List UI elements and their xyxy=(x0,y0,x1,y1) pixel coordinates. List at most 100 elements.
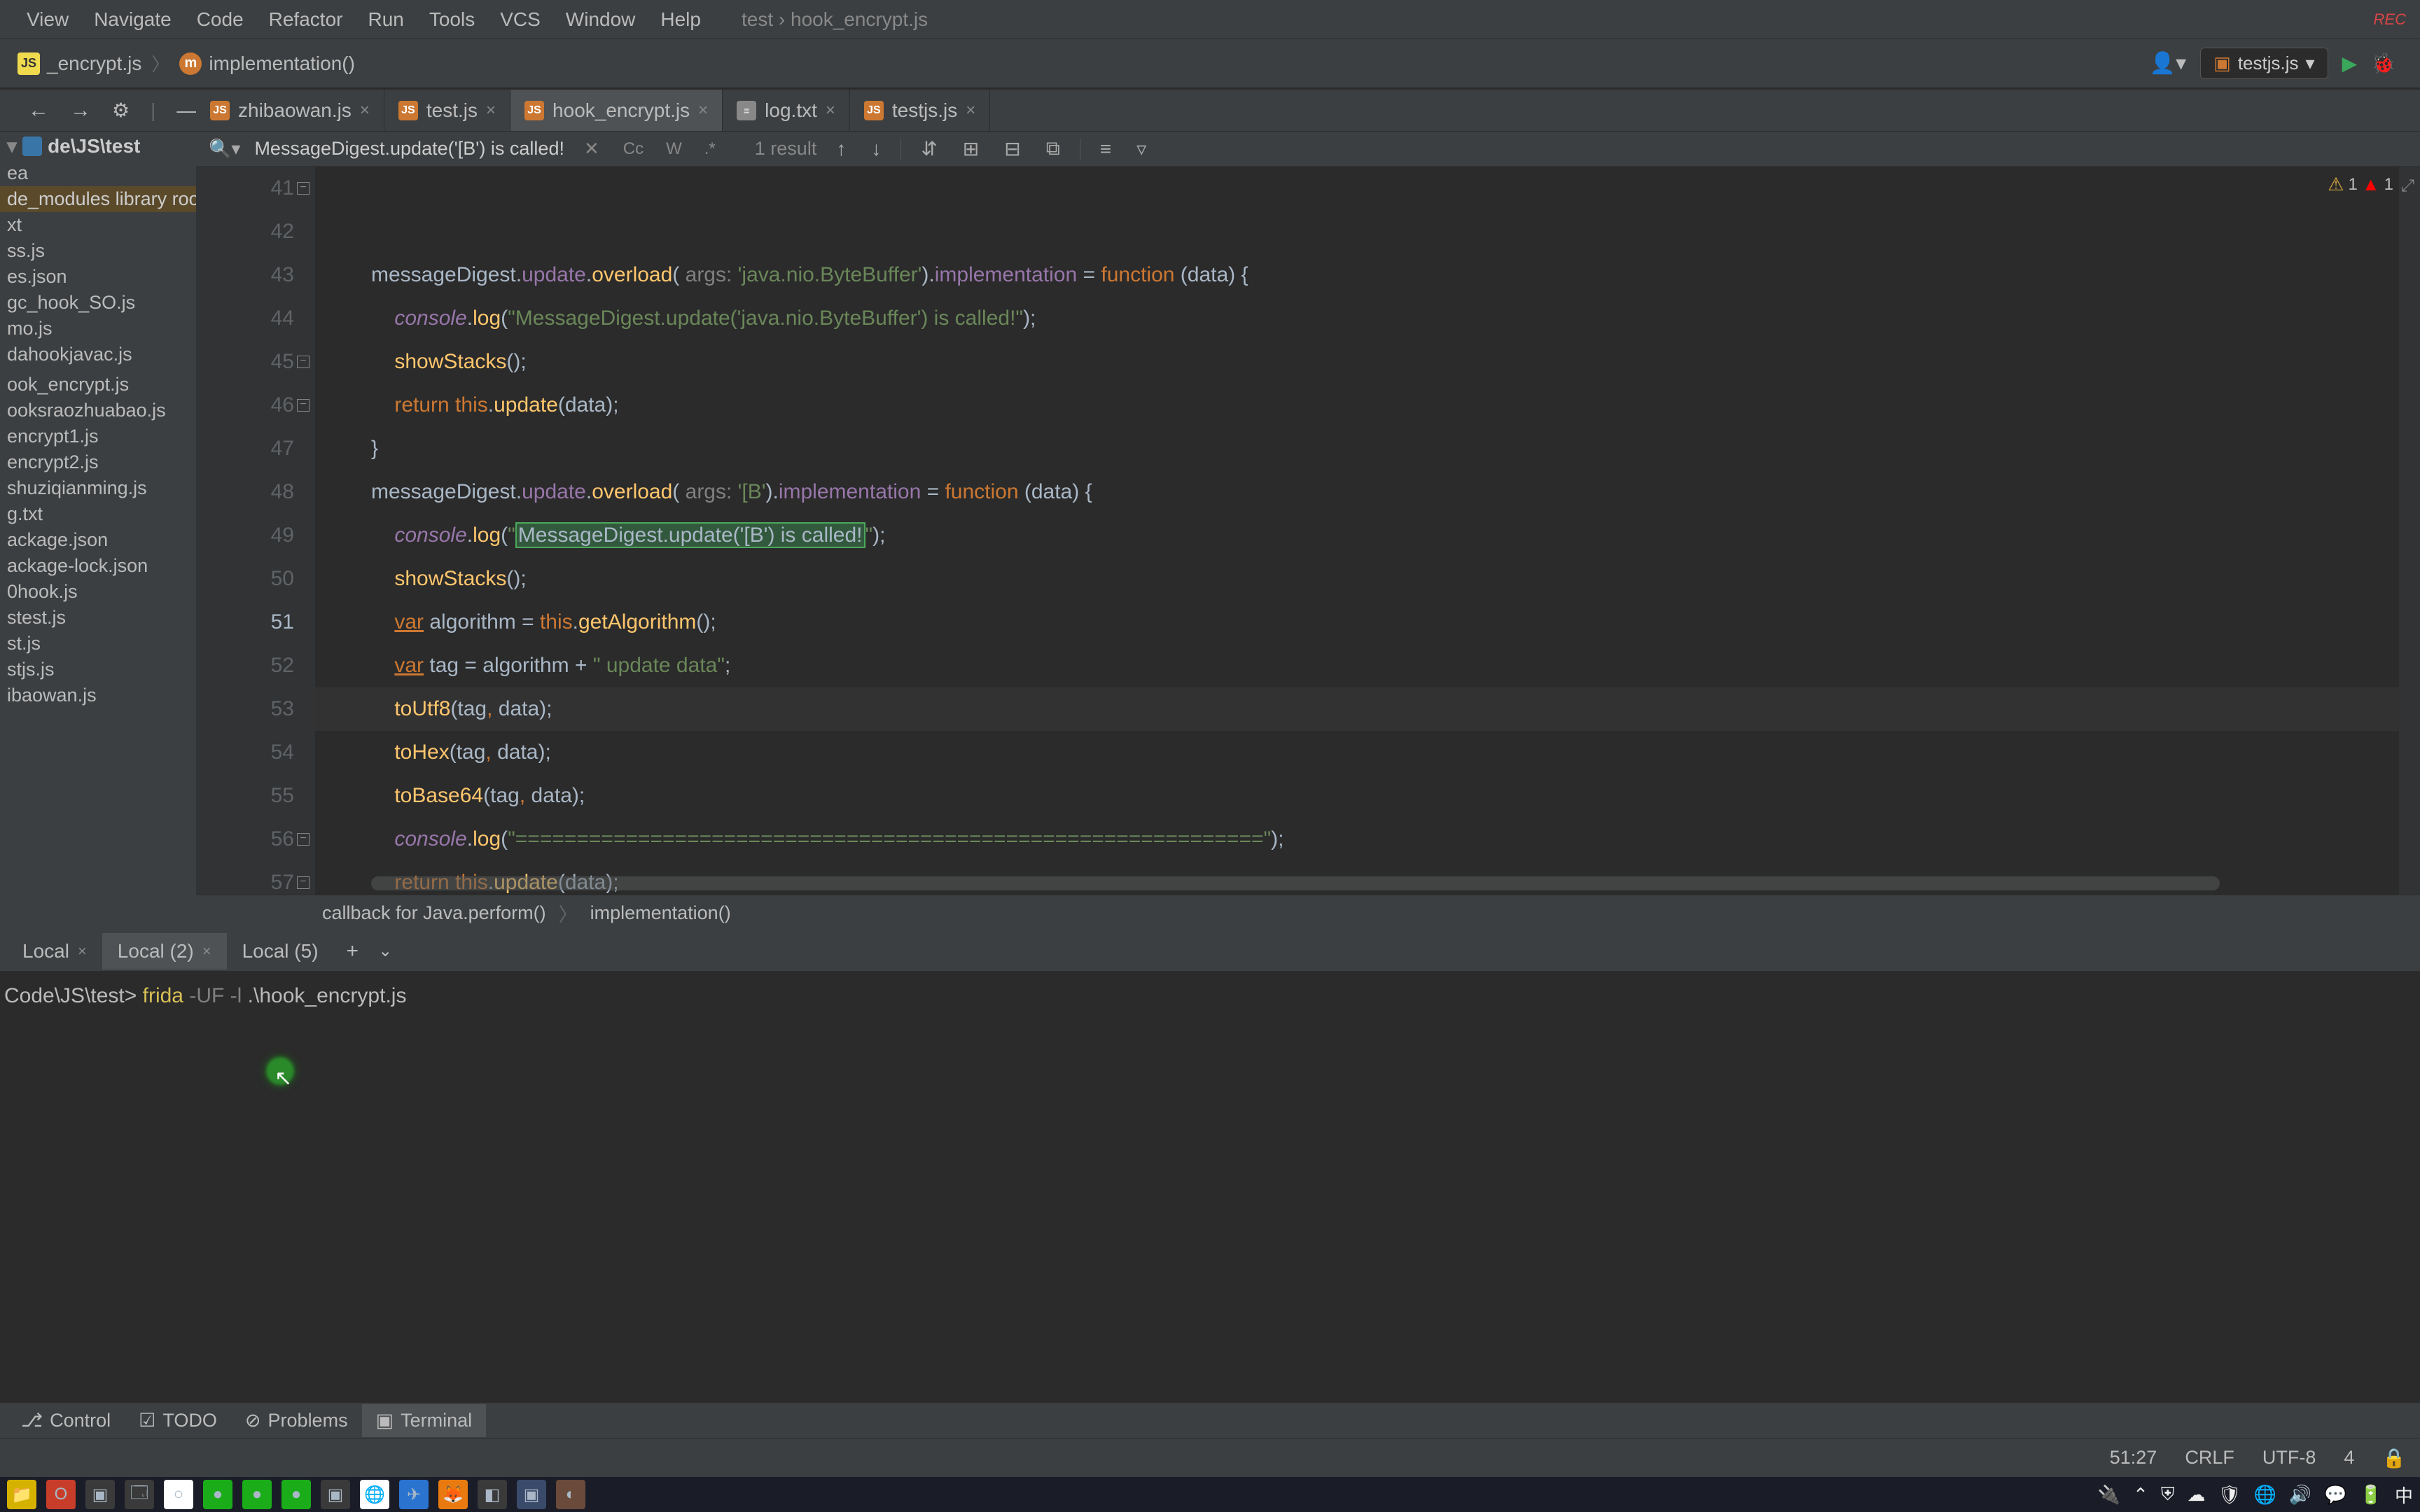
editor-tab[interactable]: JSzhibaowan.js× xyxy=(196,90,384,131)
taskbar-app-icon[interactable]: ● xyxy=(203,1480,232,1509)
taskbar-app-icon[interactable]: ◧ xyxy=(478,1480,507,1509)
line-number[interactable]: 48 xyxy=(196,470,294,514)
code-line[interactable]: console.log("===========================… xyxy=(315,818,2420,861)
back-arrow-icon[interactable]: ← xyxy=(28,99,49,122)
run-button-icon[interactable]: ▶ xyxy=(2342,52,2358,75)
taskbar-app-icon[interactable]: 🗔 xyxy=(125,1480,154,1509)
tree-item[interactable]: stjs.js xyxy=(0,657,196,682)
tree-item[interactable]: ibaowan.js xyxy=(0,682,196,708)
line-number[interactable]: 53 xyxy=(196,687,294,731)
fold-toggle-icon[interactable]: − xyxy=(297,182,310,195)
tree-item[interactable]: stest.js xyxy=(0,605,196,631)
close-tab-icon[interactable]: × xyxy=(826,101,835,120)
warning-indicator[interactable]: ⚠1 ▲1 xyxy=(2328,174,2393,195)
line-number[interactable]: 55 xyxy=(196,774,294,818)
tray-icon[interactable]: 🔊 xyxy=(2289,1484,2311,1506)
taskbar-app-icon[interactable]: 🌐 xyxy=(360,1480,389,1509)
menu-run[interactable]: Run xyxy=(355,3,416,36)
run-configuration-select[interactable]: ▣ testjs.js ▾ xyxy=(2200,48,2328,79)
tray-icon[interactable]: ⌃ xyxy=(2133,1484,2148,1506)
editor-tab[interactable]: JShook_encrypt.js× xyxy=(510,90,723,131)
tree-item[interactable]: ackage.json xyxy=(0,527,196,553)
tree-root[interactable]: ▾ de\JS\test xyxy=(0,132,196,160)
close-tab-icon[interactable]: × xyxy=(698,101,708,120)
taskbar-app-icon[interactable]: ● xyxy=(242,1480,272,1509)
lock-icon[interactable]: 🔒 xyxy=(2382,1447,2406,1469)
fold-toggle-icon[interactable]: − xyxy=(297,876,310,889)
taskbar-app-icon[interactable]: 📁 xyxy=(7,1480,36,1509)
code-line[interactable]: showStacks(); xyxy=(315,557,2420,601)
code-line[interactable]: showStacks(); xyxy=(315,340,2420,384)
line-number[interactable]: 46 xyxy=(196,384,294,427)
code-line[interactable]: console.log("MessageDigest.update('java.… xyxy=(315,297,2420,340)
expand-inspections-icon[interactable]: ⤢ xyxy=(2401,176,2414,196)
tree-item[interactable]: ackage-lock.json xyxy=(0,553,196,579)
code-with-me-icon[interactable]: 👤▾ xyxy=(2150,51,2186,76)
tree-item[interactable]: xt xyxy=(0,212,196,238)
find-filter-icon[interactable]: ▿ xyxy=(1131,137,1152,160)
menu-code[interactable]: Code xyxy=(184,3,256,36)
fold-toggle-icon[interactable]: − xyxy=(297,356,310,368)
menu-tools[interactable]: Tools xyxy=(417,3,487,36)
code-line[interactable]: console.log("MessageDigest.update('[B') … xyxy=(315,514,2420,557)
tree-item[interactable]: es.json xyxy=(0,264,196,290)
add-terminal-tab-icon[interactable]: + xyxy=(334,939,372,963)
horizontal-scrollbar[interactable] xyxy=(371,876,2220,890)
taskbar-app-icon[interactable]: ▣ xyxy=(517,1480,546,1509)
code-line[interactable]: messageDigest.update.overload( args: '[B… xyxy=(315,470,2420,514)
tree-item[interactable]: encrypt1.js xyxy=(0,424,196,449)
taskbar-app-icon[interactable]: ○ xyxy=(164,1480,193,1509)
line-number[interactable]: 51 xyxy=(196,601,294,644)
find-next-icon[interactable]: ↓ xyxy=(865,138,886,160)
fold-toggle-icon[interactable]: − xyxy=(297,399,310,412)
line-number[interactable]: 42 xyxy=(196,210,294,253)
line-gutter[interactable]: 4142434445464748495051525354555657−−−−− xyxy=(196,167,315,895)
clear-search-icon[interactable]: ✕ xyxy=(578,138,605,160)
editor-tab[interactable]: ≡log.txt× xyxy=(723,90,850,131)
taskbar-app-icon[interactable]: 🦊 xyxy=(438,1480,468,1509)
code-line[interactable]: messageDigest.update.overload( args: 'ja… xyxy=(315,253,2420,297)
find-prev-icon[interactable]: ↑ xyxy=(830,138,851,160)
tree-item[interactable]: gc_hook_SO.js xyxy=(0,290,196,316)
tool-window-button[interactable]: ▣Terminal xyxy=(362,1404,487,1437)
code-line[interactable]: toHex(tag, data); xyxy=(315,731,2420,774)
tray-icon[interactable]: 💬 xyxy=(2324,1484,2346,1506)
tree-item[interactable]: st.js xyxy=(0,631,196,657)
taskbar-app-icon[interactable]: ▣ xyxy=(85,1480,115,1509)
tree-item[interactable]: 0hook.js xyxy=(0,579,196,605)
line-number[interactable]: 50 xyxy=(196,557,294,601)
taskbar-app-icon[interactable]: ▣ xyxy=(321,1480,350,1509)
menu-window[interactable]: Window xyxy=(553,3,648,36)
find-input[interactable]: MessageDigest.update('[B') is called! xyxy=(254,138,564,160)
tree-item[interactable]: ea xyxy=(0,160,196,186)
code-line[interactable]: toBase64(tag, data); xyxy=(315,774,2420,818)
status-caret-position[interactable]: 51:27 xyxy=(2110,1447,2157,1469)
forward-arrow-icon[interactable]: → xyxy=(70,99,91,122)
line-number[interactable]: 47 xyxy=(196,427,294,470)
breadcrumb-item[interactable]: callback for Java.perform() xyxy=(322,902,546,924)
status-encoding[interactable]: UTF-8 xyxy=(2262,1447,2316,1469)
match-case-toggle[interactable]: Cc xyxy=(619,139,648,159)
inspection-stripe[interactable]: ⚠1 ▲1 ⤢ xyxy=(2399,167,2420,895)
editor-tab[interactable]: JStestjs.js× xyxy=(850,90,990,131)
tray-icon[interactable]: 🔌 xyxy=(2098,1484,2120,1506)
line-number[interactable]: 52 xyxy=(196,644,294,687)
tray-icon[interactable]: 🌐 xyxy=(2253,1484,2276,1506)
debug-button-icon[interactable]: 🐞 xyxy=(2371,52,2395,75)
code-editor[interactable]: 4142434445464748495051525354555657−−−−− … xyxy=(196,167,2420,895)
tray-icon[interactable]: ☁ xyxy=(2187,1484,2205,1506)
menu-refactor[interactable]: Refactor xyxy=(256,3,356,36)
terminal-panel[interactable]: Code\JS\test> frida -UF -l .\hook_encryp… xyxy=(0,972,2420,1395)
line-number[interactable]: 54 xyxy=(196,731,294,774)
menu-vcs[interactable]: VCS xyxy=(487,3,553,36)
line-number[interactable]: 44 xyxy=(196,297,294,340)
tree-item[interactable]: mo.js xyxy=(0,316,196,342)
code-line[interactable]: } xyxy=(315,427,2420,470)
hide-panel-icon[interactable]: — xyxy=(176,99,196,122)
crumb-file[interactable]: JS _encrypt.js xyxy=(11,50,148,78)
tree-item[interactable]: dahookjavac.js xyxy=(0,342,196,368)
menu-help[interactable]: Help xyxy=(648,3,714,36)
close-terminal-tab-icon[interactable]: × xyxy=(202,942,211,960)
project-tool-window[interactable]: ▾ de\JS\test eade_modules library rootxt… xyxy=(0,132,196,940)
code-line[interactable]: return this.update(data); xyxy=(315,384,2420,427)
